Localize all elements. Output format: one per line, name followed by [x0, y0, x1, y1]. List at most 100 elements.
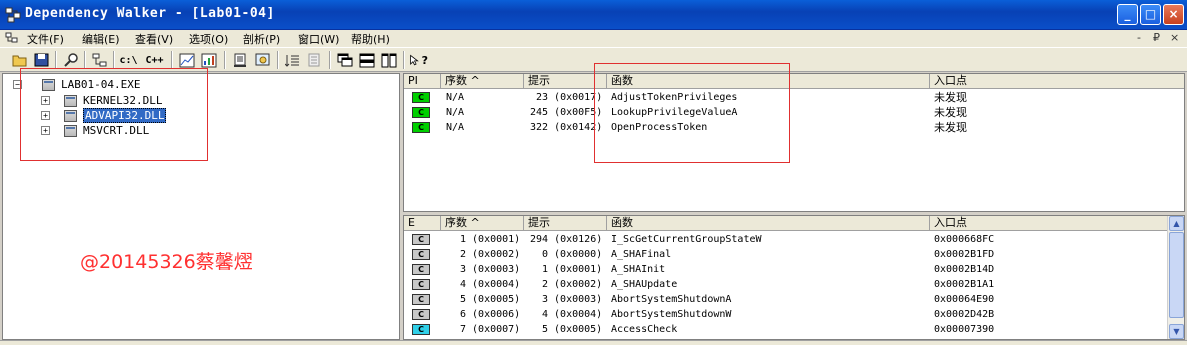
tile-horizontal-icon — [359, 53, 374, 67]
scroll-down-button[interactable]: ▼ — [1169, 324, 1184, 339]
menu-profile[interactable]: 剖析(P) — [243, 31, 280, 47]
menu-options[interactable]: 选项(O) — [189, 31, 228, 47]
document-icon[interactable] — [5, 32, 19, 45]
cell-ordinal: 4 (0x0004) — [460, 279, 521, 290]
minimize-button[interactable]: _ — [1117, 4, 1138, 25]
menu-help[interactable]: 帮助(H) — [351, 31, 390, 47]
toolbar-separator — [329, 51, 331, 69]
open-button[interactable] — [10, 51, 29, 69]
cell-entry-point: 0x0002D42B — [934, 309, 995, 320]
cell-ordinal: 6 (0x0006) — [460, 309, 521, 320]
cell-function: A_SHAUpdate — [611, 279, 678, 290]
save-disk-icon — [34, 53, 49, 67]
toolbar-separator — [84, 51, 86, 69]
cell-hint: 3 (0x0003) — [542, 294, 603, 305]
context-help-button[interactable]: ? — [409, 51, 428, 69]
column-header-hint[interactable]: 提示 — [524, 216, 607, 231]
mdi-minimize-button[interactable]: - — [1137, 31, 1141, 44]
copy-button[interactable] — [90, 51, 109, 69]
menu-bar: 文件(F) 编辑(E) 查看(V) 选项(O) 剖析(P) 窗口(W) 帮助(H… — [0, 30, 1187, 47]
c-function-icon: C — [412, 92, 430, 103]
toolbar-separator — [277, 51, 279, 69]
c-function-icon: C — [412, 309, 430, 320]
table-row[interactable]: C N/A 322 (0x0142) OpenProcessToken 未发现 — [404, 120, 1184, 135]
view-graph-button[interactable] — [177, 51, 196, 69]
maximize-button[interactable]: □ — [1140, 4, 1161, 25]
table-row[interactable]: C 5 (0x0005) 3 (0x0003) AbortSystemShutd… — [404, 292, 1184, 307]
find-button[interactable] — [61, 51, 80, 69]
help-pointer-icon — [410, 54, 419, 65]
table-row[interactable]: C 4 (0x0004) 2 (0x0002) A_SHAUpdate 0x00… — [404, 277, 1184, 292]
column-header-entry-point[interactable]: 入口点 — [930, 74, 1184, 89]
cell-entry-point: 0x00064E90 — [934, 294, 995, 305]
exports-table-pane[interactable]: E 序数 ^ 提示 函数 入口点 C 1 (0x0001) 294 (0x012… — [403, 215, 1185, 340]
title-bar[interactable]: Dependency Walker - [Lab01-04] _ □ × — [0, 0, 1187, 30]
mdi-close-button[interactable]: × — [1170, 31, 1179, 44]
menu-file[interactable]: 文件(F) — [27, 31, 64, 47]
cell-ordinal: N/A — [446, 92, 465, 103]
cell-ordinal: 2 (0x0002) — [460, 249, 521, 260]
c-function-icon: C — [412, 107, 430, 118]
table-row[interactable]: C 6 (0x0006) 4 (0x0004) AbortSystemShutd… — [404, 307, 1184, 322]
menu-edit[interactable]: 编辑(E) — [82, 31, 120, 47]
toolbar-separator — [113, 51, 115, 69]
properties-button[interactable] — [231, 51, 250, 69]
column-header-function[interactable]: 函数 — [607, 216, 930, 231]
cell-function: AbortSystemShutdownW — [611, 309, 732, 320]
table-row[interactable]: C 3 (0x0003) 1 (0x0001) A_SHAInit 0x0002… — [404, 262, 1184, 277]
imports-table-pane[interactable]: PI 序数 ^ 提示 函数 入口点 C N/A 23 (0x0017) Adju… — [403, 73, 1185, 212]
help-question-mark: ? — [421, 53, 428, 67]
annotation-box-modules — [20, 68, 208, 161]
menu-window[interactable]: 窗口(W) — [298, 31, 339, 47]
sort-list-icon — [285, 54, 299, 67]
column-header-entry-point[interactable]: 入口点 — [930, 216, 1169, 231]
cell-hint: 23 (0x0017) — [536, 92, 603, 103]
exports-table-header: E 序数 ^ 提示 函数 入口点 — [404, 216, 1184, 231]
close-button[interactable]: × — [1163, 4, 1184, 25]
cell-ordinal: 7 (0x0007) — [460, 324, 521, 335]
sort-disabled-button[interactable] — [305, 51, 324, 69]
sort-button[interactable] — [283, 51, 302, 69]
cascade-button[interactable] — [335, 51, 354, 69]
undecorate-cpp-button[interactable]: C++ — [145, 51, 164, 69]
cell-hint: 4 (0x0004) — [542, 309, 603, 320]
dependency-walker-app-icon — [5, 7, 21, 23]
external-viewer-button[interactable] — [199, 51, 218, 69]
scroll-thumb[interactable] — [1169, 232, 1184, 318]
cell-entry-point: 0x0002B1A1 — [934, 279, 995, 290]
watermark-text: @20145326蔡馨熤 — [80, 251, 253, 273]
c-function-icon: C — [412, 279, 430, 290]
column-header-e[interactable]: E — [404, 216, 441, 231]
table-row[interactable]: C 2 (0x0002) 0 (0x0000) A_SHAFinal 0x000… — [404, 247, 1184, 262]
c-function-icon: C — [412, 122, 430, 133]
cell-entry-point: 未发现 — [934, 121, 967, 134]
cell-ordinal: 3 (0x0003) — [460, 264, 521, 275]
column-header-ordinal[interactable]: 序数 ^ — [441, 74, 524, 89]
tile-vertical-icon — [381, 53, 396, 67]
cell-entry-point: 0x0002B14D — [934, 264, 995, 275]
column-header-pi[interactable]: PI — [404, 74, 441, 89]
tile-horizontal-button[interactable] — [357, 51, 376, 69]
full-paths-button[interactable]: c:\ — [119, 51, 138, 69]
column-header-ordinal[interactable]: 序数 ^ — [441, 216, 524, 231]
save-button[interactable] — [32, 51, 51, 69]
cell-function: AccessCheck — [611, 324, 678, 335]
table-row[interactable]: C N/A 245 (0x00F5) LookupPrivilegeValueA… — [404, 105, 1184, 120]
cell-hint: 1 (0x0001) — [542, 264, 603, 275]
table-row[interactable]: C 7 (0x0007) 5 (0x0005) AccessCheck 0x00… — [404, 322, 1184, 337]
chart-window-icon — [201, 53, 216, 67]
cell-ordinal: N/A — [446, 107, 465, 118]
scroll-up-button[interactable]: ▲ — [1169, 216, 1184, 231]
toolbar-separator — [224, 51, 226, 69]
magnify-icon — [63, 52, 78, 67]
menu-view[interactable]: 查看(V) — [135, 31, 173, 47]
system-info-button[interactable] — [253, 51, 272, 69]
table-row[interactable]: C N/A 23 (0x0017) AdjustTokenPrivileges … — [404, 90, 1184, 105]
mdi-restore-button[interactable]: ₽ — [1153, 31, 1160, 44]
cell-function: I_ScGetCurrentGroupStateW — [611, 234, 762, 245]
tile-vertical-button[interactable] — [379, 51, 398, 69]
toolbar-separator — [171, 51, 173, 69]
table-row[interactable]: C 1 (0x0001) 294 (0x0126) I_ScGetCurrent… — [404, 232, 1184, 247]
vertical-scrollbar[interactable]: ▲ ▼ — [1167, 216, 1184, 339]
cell-hint: 245 (0x00F5) — [530, 107, 603, 118]
